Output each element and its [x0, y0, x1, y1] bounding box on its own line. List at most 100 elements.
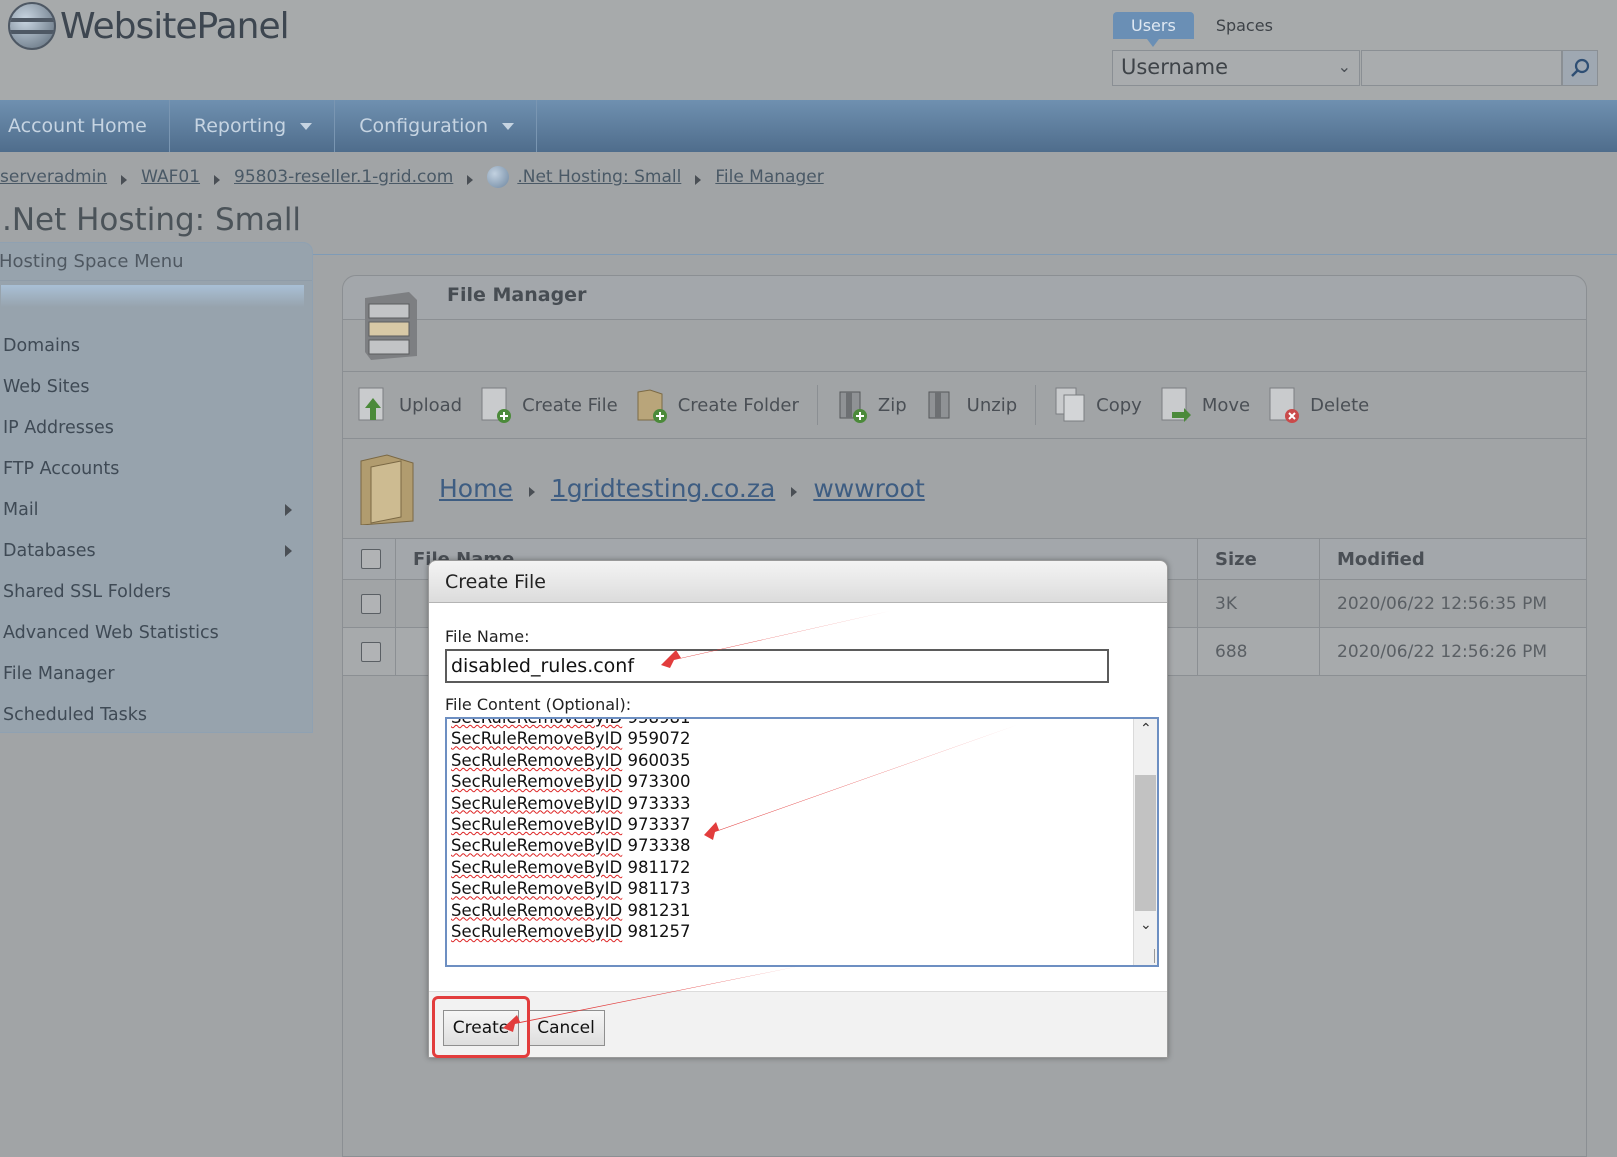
- sidebar-item-web-statistics[interactable]: Advanced Web Statistics: [0, 612, 312, 653]
- toolbar-label: Upload: [399, 394, 463, 416]
- column-divider: [1197, 539, 1198, 579]
- spellcheck-flagged-word: SecRuleRemoveByID: [451, 857, 623, 877]
- sidebar: Hosting Space Menu Domains Web Sites IP …: [0, 242, 313, 733]
- header: WebsitePanel Users Spaces Username ⌄: [0, 0, 1617, 100]
- sidebar-item-file-manager[interactable]: File Manager: [0, 653, 312, 694]
- tab-spaces[interactable]: Spaces: [1216, 16, 1273, 35]
- delete-button[interactable]: Delete: [1268, 386, 1369, 424]
- breadcrumb-reseller[interactable]: 95803-reseller.1-grid.com: [234, 167, 453, 187]
- breadcrumb-separator-icon: [214, 175, 221, 185]
- unzip-button[interactable]: Unzip: [925, 386, 1017, 424]
- sidebar-item-label: Scheduled Tasks: [3, 704, 147, 725]
- scroll-up-icon[interactable]: ⌃: [1140, 721, 1152, 737]
- divider: [343, 438, 1586, 439]
- folder-icon: [360, 454, 414, 525]
- caret-down-icon: [502, 122, 515, 130]
- file-content-line: SecRuleRemoveByID 973333: [451, 793, 691, 813]
- sidebar-item-ftp-accounts[interactable]: FTP Accounts: [0, 448, 312, 489]
- row-checkbox[interactable]: [361, 593, 381, 614]
- create-file-dialog: Create File File Name: File Content (Opt…: [428, 560, 1168, 1058]
- row-modified: 2020/06/22 12:56:35 PM: [1337, 593, 1548, 614]
- file-content-line: SecRuleRemoveByID 981172: [451, 857, 691, 877]
- column-divider: [1197, 580, 1198, 627]
- breadcrumb-serveradmin[interactable]: serveradmin: [0, 167, 107, 187]
- search-field-select-value: Username: [1121, 55, 1229, 79]
- file-name-input[interactable]: [445, 649, 1109, 683]
- select-all-checkbox[interactable]: [361, 549, 381, 569]
- scroll-thumb[interactable]: [1135, 775, 1156, 911]
- upload-icon: [358, 387, 384, 421]
- sidebar-item-label: IP Addresses: [3, 417, 114, 438]
- chevron-down-icon: ⌄: [1337, 57, 1351, 76]
- scroll-down-icon[interactable]: ⌄: [1140, 917, 1152, 933]
- zip-icon: [839, 391, 867, 423]
- nav-configuration[interactable]: Configuration: [335, 100, 538, 152]
- spellcheck-flagged-word: SecRuleRemoveByID: [451, 793, 623, 813]
- breadcrumb-file-manager[interactable]: File Manager: [715, 167, 823, 187]
- create-folder-icon: [637, 389, 667, 423]
- spellcheck-flagged-word: SecRuleRemoveByID: [451, 772, 623, 792]
- sidebar-item-label: Shared SSL Folders: [3, 581, 171, 602]
- sidebar-item-web-sites[interactable]: Web Sites: [0, 366, 312, 407]
- copy-button[interactable]: Copy: [1054, 386, 1142, 424]
- toolbar-label: Delete: [1310, 394, 1370, 416]
- column-size[interactable]: Size: [1215, 549, 1257, 570]
- column-divider: [1319, 628, 1320, 675]
- column-modified[interactable]: Modified: [1337, 549, 1425, 570]
- row-checkbox[interactable]: [361, 641, 381, 662]
- toolbar-label: Unzip: [966, 394, 1018, 416]
- file-content-line: SecRuleRemoveByID 981231: [451, 900, 691, 920]
- cancel-button[interactable]: Cancel: [527, 1010, 605, 1046]
- column-divider: [395, 539, 396, 579]
- path-home-link[interactable]: Home: [439, 474, 513, 503]
- search-icon: [1571, 58, 1590, 77]
- row-size: 688: [1215, 641, 1248, 662]
- sidebar-item-domains[interactable]: Domains: [0, 325, 312, 366]
- sidebar-item-scheduled-tasks[interactable]: Scheduled Tasks: [0, 694, 312, 735]
- nav-account-home[interactable]: Account Home: [0, 100, 170, 152]
- path-wwwroot-link[interactable]: wwwroot: [813, 474, 924, 503]
- dialog-footer: Create Cancel: [429, 991, 1167, 1057]
- search-input[interactable]: [1361, 50, 1562, 86]
- sidebar-item-shared-ssl[interactable]: Shared SSL Folders: [0, 571, 312, 612]
- upload-button[interactable]: Upload: [357, 386, 462, 424]
- search-field-select[interactable]: Username ⌄: [1112, 50, 1360, 86]
- file-content-line: SecRuleRemoveByID 973337: [451, 815, 691, 835]
- create-folder-button[interactable]: Create Folder: [636, 386, 799, 424]
- breadcrumb-hosting-space[interactable]: .Net Hosting: Small: [517, 167, 681, 187]
- breadcrumb-separator-icon: [695, 175, 702, 185]
- toolbar-label: Move: [1201, 394, 1251, 416]
- caret-down-icon: [300, 122, 313, 130]
- hosting-space-icon: [487, 166, 510, 188]
- zip-button[interactable]: Zip: [836, 386, 907, 424]
- submenu-arrow-icon: [285, 544, 292, 557]
- resize-handle-icon[interactable]: [1141, 949, 1155, 963]
- breadcrumb-waf01[interactable]: WAF01: [141, 167, 200, 187]
- logo[interactable]: WebsitePanel: [8, 2, 290, 50]
- nav-label: Reporting: [193, 115, 287, 137]
- spellcheck-flagged-word: SecRuleRemoveByID: [451, 815, 623, 835]
- move-button[interactable]: Move: [1160, 386, 1250, 424]
- nav-label: Account Home: [8, 115, 147, 137]
- spellcheck-flagged-word: SecRuleRemoveByID: [451, 836, 623, 856]
- sidebar-item-ip-addresses[interactable]: IP Addresses: [0, 407, 312, 448]
- sidebar-item-mail[interactable]: Mail: [0, 489, 312, 530]
- file-content-line: SecRuleRemoveByID 981257: [451, 922, 691, 942]
- search-button[interactable]: [1562, 50, 1598, 86]
- path-domain-link[interactable]: 1gridtesting.co.za: [551, 474, 775, 503]
- file-content-textarea[interactable]: SecRuleRemoveByID 958981 SecRuleRemoveByI…: [445, 717, 1159, 967]
- toolbar-label: Create File: [522, 394, 618, 416]
- breadcrumb: serveradmin WAF01 95803-reseller.1-grid.…: [0, 166, 824, 188]
- nav-reporting[interactable]: Reporting: [170, 100, 336, 152]
- sidebar-item-label: Domains: [3, 335, 81, 356]
- create-file-button[interactable]: Create File: [480, 386, 618, 424]
- spellcheck-flagged-word: SecRuleRemoveByID: [451, 729, 623, 749]
- sidebar-item-label: Databases: [3, 540, 96, 561]
- tab-users[interactable]: Users: [1113, 12, 1194, 47]
- file-content-line: SecRuleRemoveByID 958981: [451, 719, 690, 728]
- toolbar-label: Zip: [877, 394, 907, 416]
- sidebar-title: Hosting Space Menu: [0, 243, 312, 281]
- sidebar-item-databases[interactable]: Databases: [0, 530, 312, 571]
- file-content-line: SecRuleRemoveByID 973338: [451, 836, 691, 856]
- textarea-scrollbar[interactable]: ⌃ ⌄: [1133, 719, 1157, 965]
